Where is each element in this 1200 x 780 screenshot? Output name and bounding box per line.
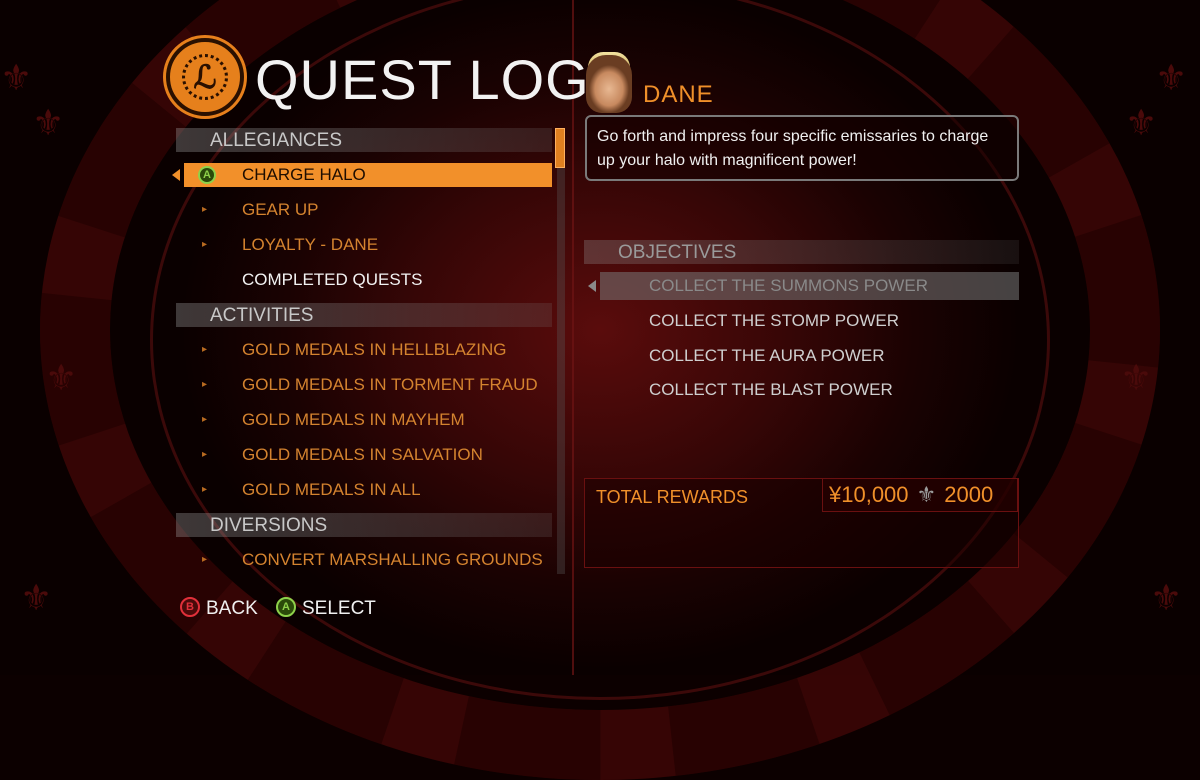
chevron-right-icon: ▸ (202, 554, 208, 565)
quest-item-label: COMPLETED QUESTS (242, 270, 423, 289)
page-title: QUEST LOG (255, 48, 590, 111)
quest-item-all[interactable]: ▸ GOLD MEDALS IN ALL (176, 478, 552, 502)
respect-reward: 2000 (944, 482, 994, 507)
quest-description: Go forth and impress four specific emiss… (585, 115, 1019, 181)
category-header-allegiances: ALLEGIANCES (176, 128, 552, 152)
rewards-label: TOTAL REWARDS (596, 487, 749, 507)
fleur-de-lis-icon: ⚜ (1120, 357, 1153, 398)
scrollbar-track[interactable] (557, 128, 565, 574)
chevron-right-icon: ▸ (202, 344, 208, 355)
quest-item-label: LOYALTY - DANE (242, 235, 379, 254)
quest-item-label: GOLD MEDALS IN HELLBLAZING (242, 340, 507, 359)
objective-item[interactable]: COLLECT THE SUMMONS POWER (588, 272, 1019, 300)
back-button[interactable]: B BACK (180, 596, 258, 622)
quest-item-gear-up[interactable]: ▸ GEAR UP (176, 198, 552, 222)
objective-item[interactable]: COLLECT THE BLAST POWER (600, 376, 1019, 404)
respect-icon: ⚜ (916, 482, 937, 507)
quest-item-mayhem[interactable]: ▸ GOLD MEDALS IN MAYHEM (176, 408, 552, 432)
chevron-right-icon: ▸ (202, 484, 208, 495)
a-button-icon: A (198, 166, 216, 184)
quest-item-charge-halo[interactable]: A CHARGE HALO (172, 163, 552, 187)
quest-item-label: GOLD MEDALS IN TORMENT FRAUD (242, 375, 538, 394)
scrollbar-thumb[interactable] (555, 128, 565, 168)
rewards-values: ¥10,000 ⚜ 2000 (822, 478, 1018, 512)
fleur-de-lis-icon: ⚜ (45, 357, 78, 398)
speaker-portrait (586, 55, 632, 113)
quest-item-loyalty-dane[interactable]: ▸ LOYALTY - DANE (176, 233, 552, 257)
back-label: BACK (206, 598, 258, 619)
quest-item-marshalling-grounds[interactable]: ▸ CONVERT MARSHALLING GROUNDS (176, 548, 552, 572)
select-button[interactable]: A SELECT (276, 596, 376, 622)
a-button-icon: A (276, 596, 296, 617)
speaker-name: DANE (643, 81, 714, 108)
cash-reward: ¥10,000 (829, 482, 909, 507)
chevron-right-icon: ▸ (202, 204, 208, 215)
quest-item-hellblazing[interactable]: ▸ GOLD MEDALS IN HELLBLAZING (176, 338, 552, 362)
category-header-activities: ACTIVITIES (176, 303, 552, 327)
quest-item-salvation[interactable]: ▸ GOLD MEDALS IN SALVATION (176, 443, 552, 467)
fleur-de-lis-icon: ⚜ (0, 57, 33, 98)
chevron-right-icon: ▸ (202, 239, 208, 250)
objective-item[interactable]: COLLECT THE AURA POWER (600, 342, 1019, 370)
quest-item-label: GOLD MEDALS IN ALL (242, 480, 421, 499)
quest-item-label: GOLD MEDALS IN MAYHEM (242, 410, 465, 429)
fleur-de-lis-icon: ⚜ (1125, 102, 1158, 143)
fleur-de-lis-icon: ⚜ (20, 577, 53, 618)
category-header-diversions: DIVERSIONS (176, 513, 552, 537)
quest-item-completed-quests[interactable]: COMPLETED QUESTS (176, 268, 552, 292)
select-label: SELECT (302, 598, 376, 619)
quest-list: ALLEGIANCES A CHARGE HALO ▸ GEAR UP ▸ LO… (172, 128, 552, 583)
saints-logo-icon: ℒ (182, 54, 228, 100)
fleur-de-lis-icon: ⚜ (1155, 57, 1188, 98)
quest-item-label: GOLD MEDALS IN SALVATION (242, 445, 483, 464)
b-button-icon: B (180, 596, 200, 617)
quest-item-label: CHARGE HALO (242, 165, 366, 184)
quest-item-torment-fraud[interactable]: ▸ GOLD MEDALS IN TORMENT FRAUD (176, 373, 552, 397)
quest-log-logo: ℒ (166, 38, 244, 116)
chevron-right-icon: ▸ (202, 414, 208, 425)
quest-item-label: CONVERT MARSHALLING GROUNDS (242, 550, 543, 569)
objective-item[interactable]: COLLECT THE STOMP POWER (600, 307, 1019, 335)
chevron-right-icon: ▸ (202, 449, 208, 460)
chevron-right-icon: ▸ (202, 379, 208, 390)
quest-item-label: GEAR UP (242, 200, 319, 219)
fleur-de-lis-icon: ⚜ (32, 102, 65, 143)
objectives-header: OBJECTIVES (584, 240, 1019, 264)
fleur-de-lis-icon: ⚜ (1150, 577, 1183, 618)
